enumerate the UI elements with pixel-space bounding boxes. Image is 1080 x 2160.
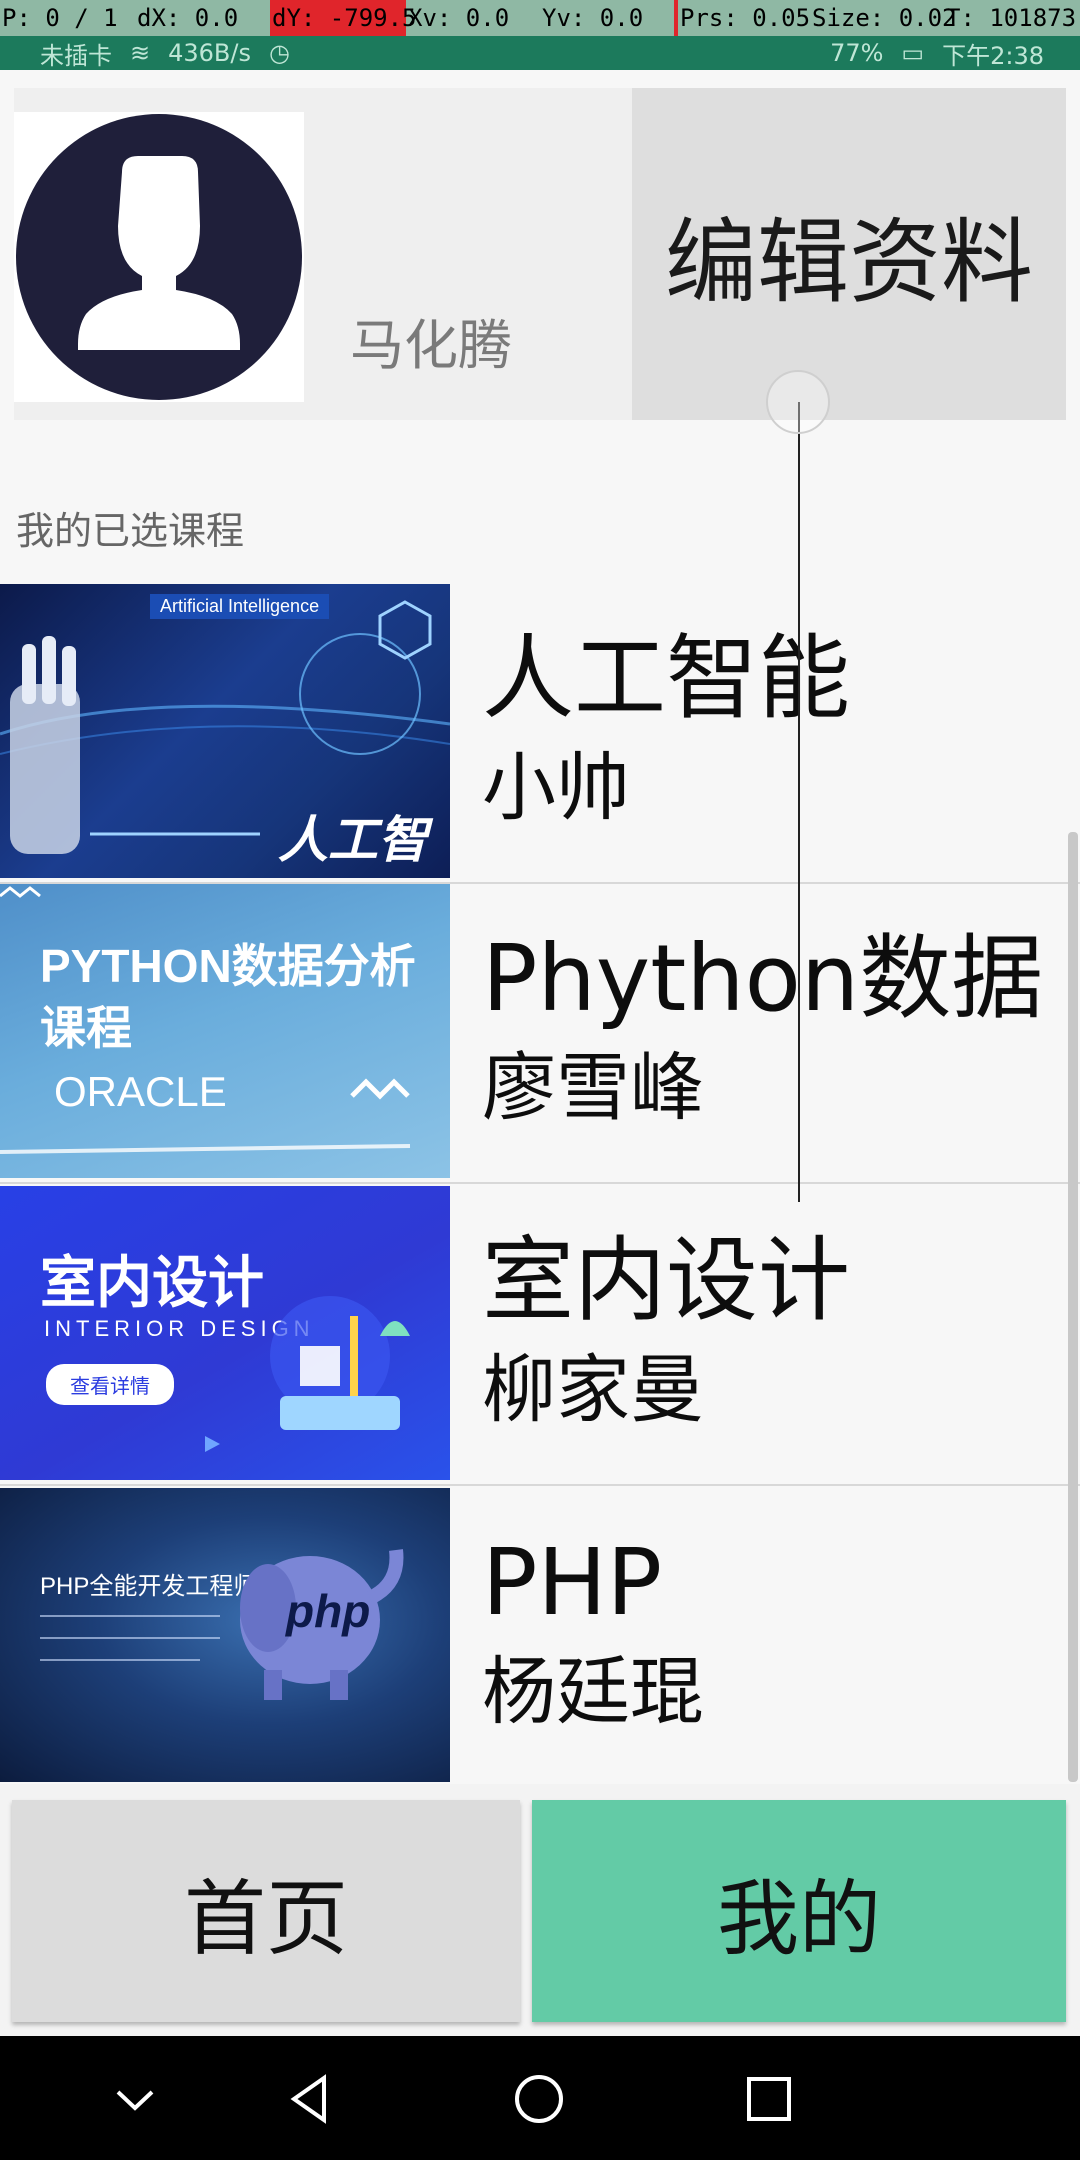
course-row[interactable]: 室内设计 INTERIOR DESIGN 查看详情 室内设计 柳家曼 <box>0 1186 1080 1486</box>
clock: 下午2:38 <box>942 41 1044 70</box>
section-title: 我的已选课程 <box>16 509 245 553</box>
course-row[interactable]: PYTHON数据分析 课程 ORACLE Phython数据 廖雪峰 <box>0 884 1080 1184</box>
furniture-icon <box>205 1296 410 1452</box>
thumb-caption: 人工智能 <box>278 812 428 868</box>
php-badge: php <box>286 1585 371 1637</box>
debug-yv: Yv: 0.0 <box>542 4 644 32</box>
debug-prs: Prs: 0.05 <box>674 0 810 36</box>
battery-icon: ▭ <box>901 39 925 67</box>
course-thumbnail: PHP全能开发工程师 php <box>0 1488 450 1782</box>
course-teacher: 小帅 <box>482 745 630 831</box>
course-title: 人工智能 <box>482 625 851 732</box>
chevron-down-icon[interactable] <box>108 2072 162 2126</box>
pointer-debug-bar: P: 0 / 1 dX: 0.0 dY: -799.5 Xv: 0.0 Yv: … <box>0 0 1080 36</box>
carrier-label: 未插卡 <box>40 41 112 70</box>
course-row[interactable]: PHP全能开发工程师 php PHP 杨廷琨 <box>0 1488 1080 1788</box>
debug-pointer: P: 0 / 1 <box>2 4 118 32</box>
wifi-icon: ≋ <box>130 39 151 67</box>
recents-icon[interactable] <box>742 2072 796 2126</box>
debug-size: Size: 0.02 <box>812 4 957 32</box>
elephant-icon <box>40 1549 404 1700</box>
touch-trace-line <box>798 402 800 1202</box>
bottom-tab-bar: 首页 我的 <box>0 1784 1080 2040</box>
avatar-frame[interactable] <box>14 112 304 402</box>
network-speed: 436B/s <box>168 39 251 67</box>
course-title: Phython数据 <box>482 925 1044 1032</box>
alarm-icon: ◷ <box>268 39 290 67</box>
touch-point-indicator <box>766 370 830 434</box>
course-teacher: 柳家曼 <box>482 1347 704 1433</box>
thumb-subtitle: Artificial Intelligence <box>150 594 330 619</box>
navigation-bar <box>0 2036 1080 2160</box>
course-title: 室内设计 <box>482 1227 851 1334</box>
course-teacher: 杨廷琨 <box>482 1649 704 1735</box>
tab-home[interactable]: 首页 <box>12 1800 520 2022</box>
course-teacher: 廖雪峰 <box>482 1045 704 1131</box>
user-name: 马化腾 <box>350 314 512 377</box>
course-title: PHP <box>482 1529 663 1636</box>
debug-time: T: 101873 <box>946 4 1077 32</box>
home-icon[interactable] <box>512 2072 566 2126</box>
tab-mine[interactable]: 我的 <box>532 1800 1066 2022</box>
avatar <box>16 114 302 400</box>
edit-profile-button[interactable]: 编辑资料 <box>632 88 1066 420</box>
debug-dy: dY: -799.5 <box>270 0 417 36</box>
battery-level: 77% <box>830 39 884 67</box>
status-bar: 未插卡 ≋ 436B/s ◷ 77% ▭ 下午2:38 <box>0 36 1080 70</box>
wave-icon <box>0 886 411 1154</box>
course-thumbnail: 室内设计 INTERIOR DESIGN 查看详情 <box>0 1186 450 1480</box>
back-icon[interactable] <box>282 2072 336 2126</box>
debug-xv: Xv: 0.0 <box>408 4 510 32</box>
user-silhouette-icon <box>78 156 240 350</box>
course-thumbnail: PYTHON数据分析 课程 ORACLE <box>0 884 450 1178</box>
debug-dx: dX: 0.0 <box>137 4 239 32</box>
scrollbar[interactable] <box>1068 832 1078 1782</box>
course-thumbnail: Artificial Intelligence 人工智能 <box>0 584 450 878</box>
course-row[interactable]: Artificial Intelligence 人工智能 人工智能 小帅 <box>0 584 1080 884</box>
